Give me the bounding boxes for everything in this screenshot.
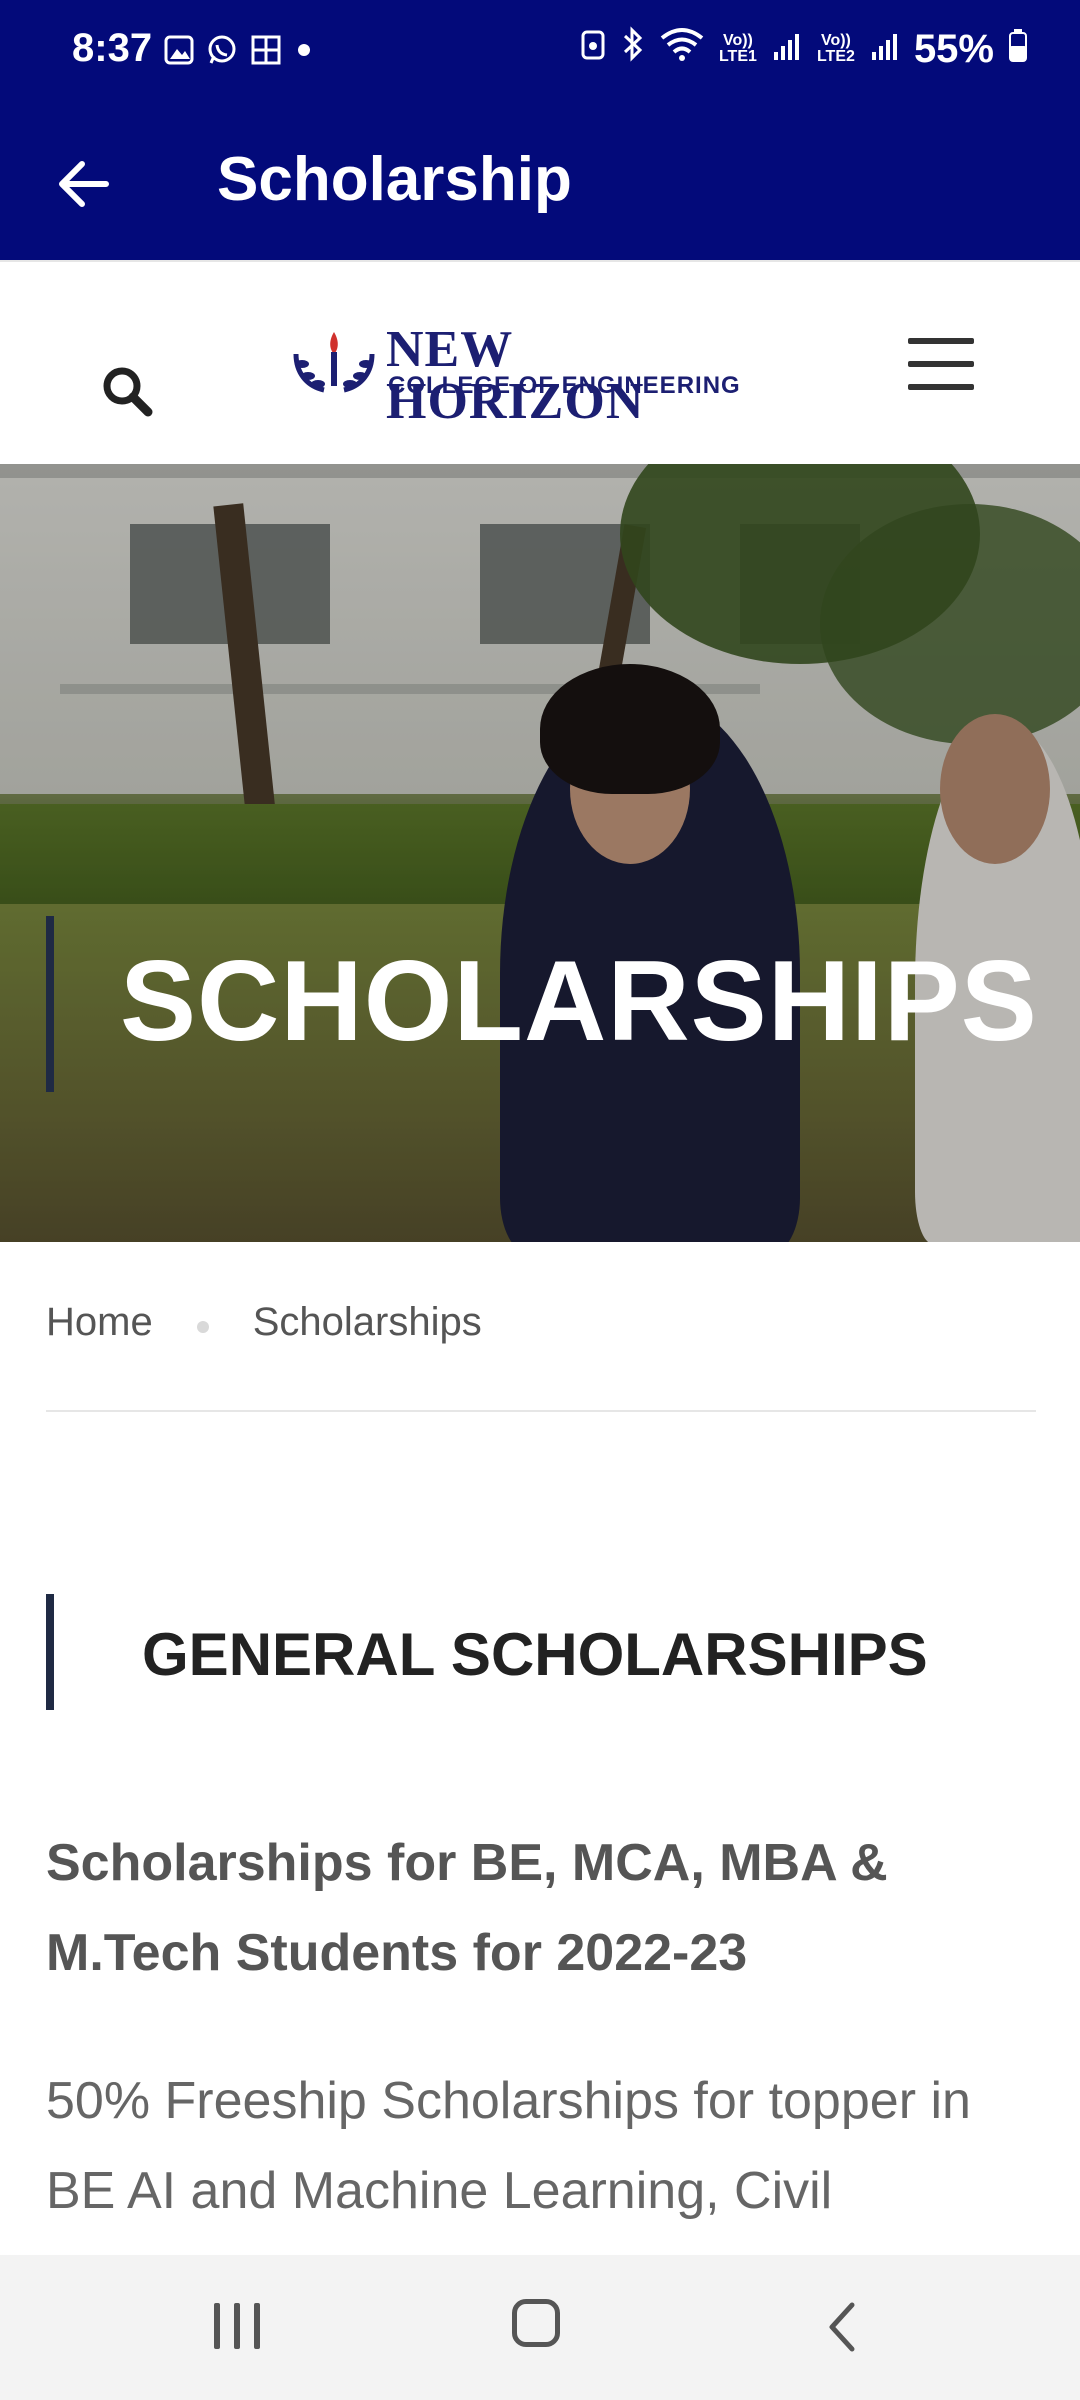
search-icon[interactable]: [96, 360, 160, 424]
breadcrumb-separator: [196, 1320, 209, 1333]
logo-subtitle: COLLEGE OF ENGINEERING: [388, 372, 741, 399]
recent-apps-icon[interactable]: [210, 2303, 266, 2355]
battery-percent: 55%: [913, 26, 994, 71]
status-bar: 8:37 Vo)) LTE1 Vo)) LTE2 55%: [0, 0, 1080, 108]
breadcrumb-current: Scholarships: [252, 1300, 482, 1344]
hero-banner: SCHOLARSHIPS: [0, 464, 1080, 1242]
page-title: Scholarship: [217, 145, 572, 214]
breadcrumb-home-link[interactable]: Home: [46, 1300, 153, 1345]
hero-accent-bar: [46, 916, 54, 1092]
hero-title: SCHOLARSHIPS: [120, 938, 1038, 1065]
gallery-icon: [164, 35, 194, 70]
laurel-emblem-icon: [293, 332, 375, 393]
home-icon[interactable]: [512, 2299, 560, 2347]
status-time: 8:37: [72, 26, 153, 70]
more-dot-icon: [294, 40, 314, 65]
site-header: NEW HORIZON COLLEGE OF ENGINEERING: [0, 260, 1080, 466]
back-chevron-icon[interactable]: [820, 2299, 868, 2355]
app-notification-icon: [250, 34, 282, 71]
bluetooth-icon: [620, 26, 646, 72]
section-body-text: 50% Freeship Scholarships for topper in …: [46, 2072, 971, 2220]
college-logo[interactable]: NEW HORIZON COLLEGE OF ENGINEERING: [286, 324, 776, 428]
system-status: Vo)) LTE1 Vo)) LTE2 55%: [580, 26, 1028, 72]
section-accent-bar: [46, 1594, 54, 1710]
section-title: GENERAL SCHOLARSHIPS: [142, 1621, 928, 1688]
lte1-label: Vo)) LTE1: [718, 32, 757, 65]
section-subheading: Scholarships for BE, MCA, MBA & M.Tech S…: [46, 1834, 888, 1982]
breadcrumb: Home Scholarships: [46, 1300, 482, 1345]
notification-icons: [164, 34, 314, 71]
lte2-label: Vo)) LTE2: [816, 32, 855, 65]
whatsapp-icon: [206, 34, 238, 71]
hamburger-menu-icon[interactable]: [908, 334, 978, 394]
divider: [46, 1410, 1036, 1412]
app-bar: Scholarship: [0, 108, 1080, 260]
signal1-icon: [772, 27, 802, 72]
wifi-icon: [660, 26, 704, 72]
system-nav-bar: [0, 2255, 1080, 2400]
arrow-left-icon[interactable]: [50, 148, 122, 220]
alarm-icon: [580, 27, 606, 72]
signal2-icon: [870, 27, 900, 72]
battery-icon: [1008, 27, 1028, 72]
